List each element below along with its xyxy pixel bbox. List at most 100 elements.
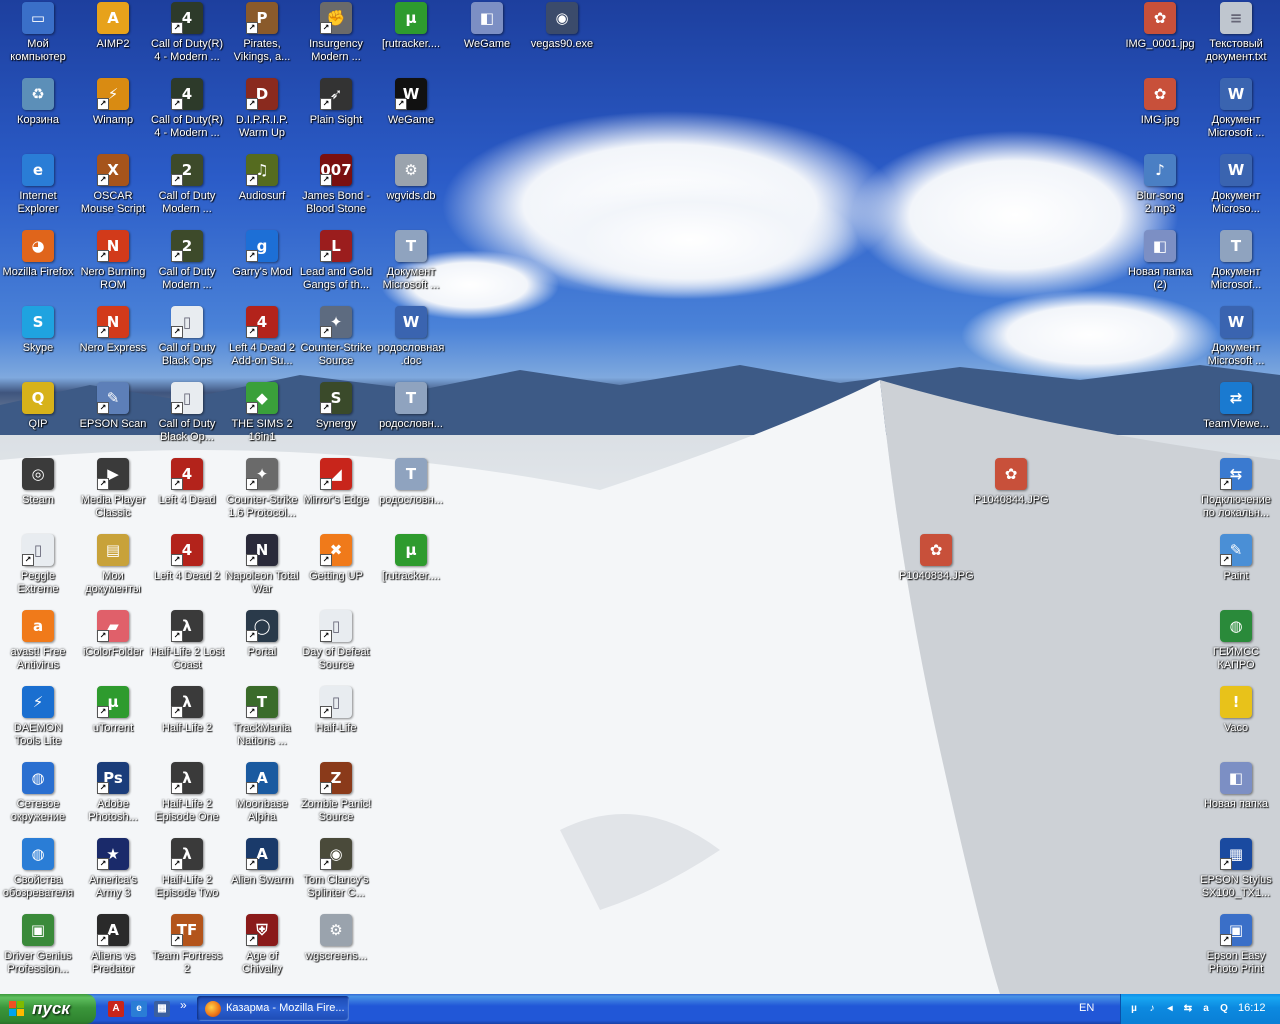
desktop-icon[interactable]: ◆ ↗ THE SIMS 2 16in1 <box>224 380 300 454</box>
desktop-icon[interactable]: ▭ Мой компьютер <box>0 0 76 74</box>
desktop-icon[interactable]: ⛨ ↗ Age of Chivalry <box>224 912 300 986</box>
utorrent-tray-icon[interactable]: µ <box>1127 1002 1141 1016</box>
taskbar-button-firefox[interactable]: Казарма - Mozilla Fire... <box>197 996 349 1021</box>
desktop-icon[interactable]: N ↗ Nero Burning ROM <box>75 228 151 302</box>
desktop-icon[interactable]: ▦ ↗ EPSON Stylus SX100_TX1... <box>1198 836 1274 910</box>
desktop-icon[interactable]: ✦ ↗ Counter-Strike Source <box>298 304 374 378</box>
desktop-icon[interactable]: λ ↗ Half-Life 2 Episode One <box>149 760 225 834</box>
desktop-icon[interactable]: ◍ ГЕЙМСС КАПРО <box>1198 608 1274 682</box>
desktop-icon[interactable]: ➶ ↗ Plain Sight <box>298 76 374 150</box>
desktop-icon[interactable]: g ↗ Garry's Mod <box>224 228 300 302</box>
desktop-icon[interactable]: ✿ P1040834.JPG <box>898 532 974 606</box>
desktop-icon[interactable]: Tродословн... <box>373 380 449 454</box>
desktop-icon[interactable]: ▯ ↗ Call of Duty Black Op... <box>149 380 225 454</box>
desktop-icon[interactable]: µ ↗ uTorrent <box>75 684 151 758</box>
desktop-icon[interactable]: λ ↗ Half-Life 2 Episode Two <box>149 836 225 910</box>
desktop-icon[interactable]: ⚡ ↗ Winamp <box>75 76 151 150</box>
desktop-icon[interactable]: T Документ Microsoft ... <box>373 228 449 302</box>
desktop-icon[interactable]: ▯ ↗ Day of Defeat Source <box>298 608 374 682</box>
desktop-icon[interactable]: ≡ Текстовый документ.txt <box>1198 0 1274 74</box>
desktop-icon[interactable]: ▯ ↗ Half-Life <box>298 684 374 758</box>
desktop-icon[interactable]: ✦ ↗ Counter-Strike 1.6 Protocol... <box>224 456 300 530</box>
desktop-icon[interactable]: W Документ Microsoft ... <box>1198 76 1274 150</box>
desktop-icon[interactable]: A ↗ Moonbase Alpha <box>224 760 300 834</box>
desktop-icon[interactable]: µ [rutracker.... <box>373 532 449 606</box>
desktop-icon[interactable]: µ [rutracker.... <box>373 0 449 74</box>
desktop-icon[interactable]: Tродословн... <box>373 456 449 530</box>
desktop-icon[interactable]: ✎ ↗ EPSON Scan <box>75 380 151 454</box>
desktop-icon[interactable]: e Internet Explorer <box>0 152 76 226</box>
desktop-icon[interactable]: ! Vaco <box>1198 684 1274 758</box>
desktop-icon[interactable]: 4 ↗ Left 4 Dead <box>149 456 225 530</box>
clock[interactable]: 16:12 <box>1238 1002 1266 1014</box>
desktop-icon[interactable]: ◧ Новая папка (2) <box>1122 228 1198 302</box>
desktop-icon[interactable]: Q QIP <box>0 380 76 454</box>
desktop-icon[interactable]: ▰ ↗ iColorFolder <box>75 608 151 682</box>
desktop-icon[interactable]: λ ↗ Half-Life 2 <box>149 684 225 758</box>
desktop-icon[interactable]: ◧ WeGame <box>449 0 525 74</box>
desktop-icon[interactable]: A ↗ Alien Swarm <box>224 836 300 910</box>
desktop-icon[interactable]: ◎ Steam <box>0 456 76 530</box>
desktop-icon[interactable]: T Документ Microsof... <box>1198 228 1274 302</box>
desktop-icon[interactable]: S Skype <box>0 304 76 378</box>
desktop-icon[interactable]: ▯ ↗ Call of Duty Black Ops <box>149 304 225 378</box>
desktop-icon[interactable]: ✖ ↗ Getting UP <box>298 532 374 606</box>
desktop-icon[interactable]: D ↗ D.I.P.R.I.P. Warm Up <box>224 76 300 150</box>
desktop-icon[interactable]: 4 ↗ Left 4 Dead 2 Add-on Su... <box>224 304 300 378</box>
internet-explorer-icon[interactable]: e <box>131 1001 147 1017</box>
desktop-icon[interactable]: W Документ Microsoft ... <box>1198 304 1274 378</box>
desktop-icon[interactable]: W Документ Microso... <box>1198 152 1274 226</box>
desktop-icon[interactable]: ▣ Driver Genius Profession... <box>0 912 76 986</box>
desktop-icon[interactable]: ◧ Новая папка <box>1198 760 1274 834</box>
network-tray-icon[interactable]: ⇆ <box>1181 1002 1195 1016</box>
desktop-icon[interactable]: Ps ↗ Adobe Photosh... <box>75 760 151 834</box>
desktop-icon[interactable]: ⚙ wgscreens... <box>298 912 374 986</box>
desktop-icon[interactable]: ✿ IMG_0001.jpg <box>1122 0 1198 74</box>
quick-launch-overflow[interactable]: » <box>180 998 187 1012</box>
desktop-icon[interactable]: ◉ ↗ Tom Clancy's Splinter C... <box>298 836 374 910</box>
desktop-icon[interactable]: A AIMP2 <box>75 0 151 74</box>
desktop-icon[interactable]: T ↗ TrackMania Nations ... <box>224 684 300 758</box>
desktop-icon[interactable]: ◯ ↗ Portal <box>224 608 300 682</box>
desktop-icon[interactable]: 2 ↗ Call of Duty Modern ... <box>149 228 225 302</box>
desktop-icon[interactable]: P ↗ Pirates, Vikings, a... <box>224 0 300 74</box>
speaker-icon[interactable]: ◂ <box>1163 1002 1177 1016</box>
desktop-icon[interactable]: ◢ ↗ Mirror's Edge <box>298 456 374 530</box>
qip-tray-icon[interactable]: Q <box>1217 1002 1231 1016</box>
desktop-icon[interactable]: ◍ Сетевое окружение <box>0 760 76 834</box>
desktop-icon[interactable]: a avast! Free Antivirus <box>0 608 76 682</box>
desktop-icon[interactable]: Wродословная .doc <box>373 304 449 378</box>
pdf-icon[interactable]: A <box>108 1001 124 1017</box>
desktop-icon[interactable]: ♫ ↗ Audiosurf <box>224 152 300 226</box>
desktop-icon[interactable]: ⚡ DAEMON Tools Lite <box>0 684 76 758</box>
desktop-icon[interactable]: ▤ Мои документы <box>75 532 151 606</box>
desktop-icon[interactable]: 2 ↗ Call of Duty Modern ... <box>149 152 225 226</box>
desktop-icon[interactable]: ✿ IMG.jpg <box>1122 76 1198 150</box>
desktop-icon[interactable]: N ↗ Napoleon Total War <box>224 532 300 606</box>
desktop-icon[interactable]: W ↗ WeGame <box>373 76 449 150</box>
desktop-icon[interactable]: ♪ Blur-song 2.mp3 <box>1122 152 1198 226</box>
desktop-icon[interactable]: ▣ ↗ Epson Easy Photo Print <box>1198 912 1274 986</box>
desktop-icon[interactable]: S ↗ Synergy <box>298 380 374 454</box>
avast-tray-icon[interactable]: a <box>1199 1002 1213 1016</box>
desktop-icon[interactable]: ◉ vegas90.exe <box>524 0 600 74</box>
desktop-icon[interactable]: Z ↗ Zombie Panic! Source <box>298 760 374 834</box>
desktop-icon[interactable]: ✎ ↗ Paint <box>1198 532 1274 606</box>
desktop-icon[interactable]: ⇄ TeamViewe... <box>1198 380 1274 454</box>
language-indicator[interactable]: EN <box>1079 1002 1094 1014</box>
desktop-icon[interactable]: 007 ↗ James Bond - Blood Stone <box>298 152 374 226</box>
desktop-icon[interactable]: ▶ ↗ Media Player Classic <box>75 456 151 530</box>
desktop-icon[interactable]: TF ↗ Team Fortress 2 <box>149 912 225 986</box>
desktop-icon[interactable]: N ↗ Nero Express <box>75 304 151 378</box>
desktop-icon[interactable]: ▯ ↗ Peggle Extreme <box>0 532 76 606</box>
desktop-icon[interactable]: 4 ↗ Call of Duty(R) 4 - Modern ... <box>149 76 225 150</box>
desktop-icon[interactable]: ★ ↗ America's Army 3 <box>75 836 151 910</box>
desktop-icon[interactable]: 4 ↗ Left 4 Dead 2 <box>149 532 225 606</box>
start-button[interactable]: пуск <box>0 994 96 1024</box>
desktop-icon[interactable]: λ ↗ Half-Life 2 Lost Coast <box>149 608 225 682</box>
desktop-icon[interactable]: ◕ Mozilla Firefox <box>0 228 76 302</box>
desktop-icon[interactable]: ✊ ↗ Insurgency Modern ... <box>298 0 374 74</box>
desktop-icon[interactable]: 4 ↗ Call of Duty(R) 4 - Modern ... <box>149 0 225 74</box>
desktop-icon[interactable]: X↗ OSCAR Mouse Script Editor <box>75 152 151 226</box>
desktop-icon[interactable]: ✿ P1040844.JPG <box>973 456 1049 530</box>
